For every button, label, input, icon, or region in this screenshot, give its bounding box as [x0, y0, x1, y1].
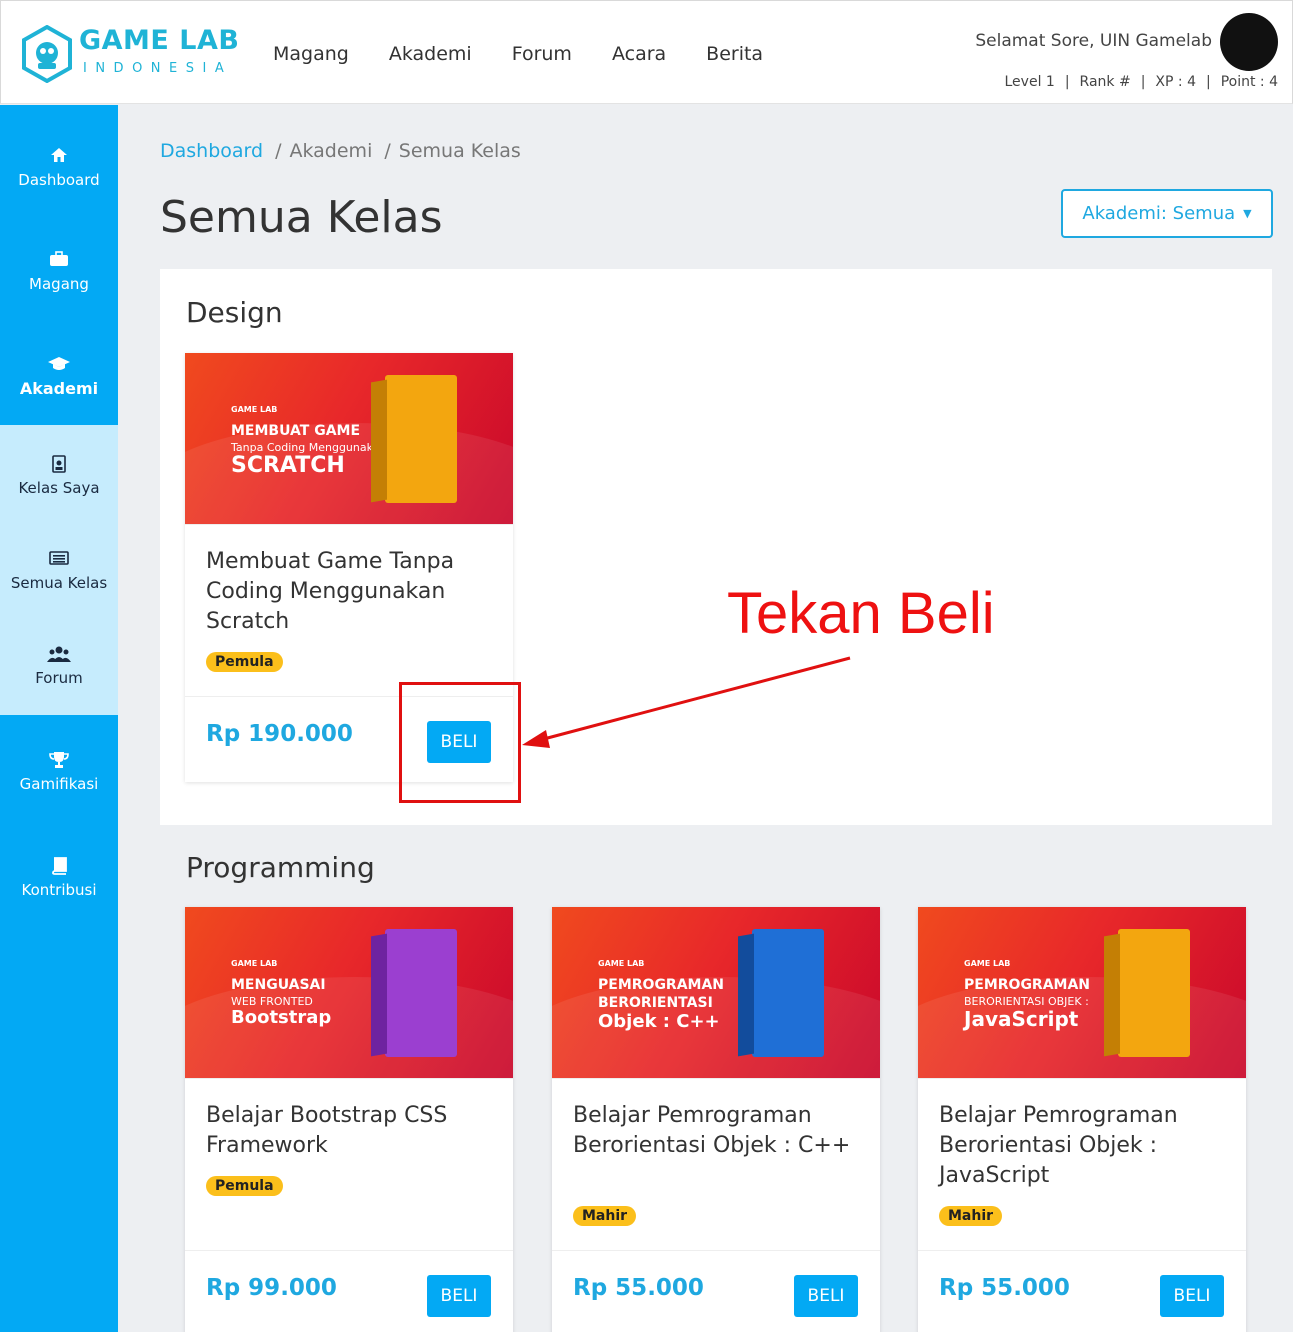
user-rank: Rank # [1079, 74, 1131, 90]
book-icon [0, 857, 118, 879]
course-card-cpp[interactable]: GAME LAB PEMROGRAMAN BERORIENTASI Objek … [552, 907, 880, 1332]
logo-title: GAME LAB [79, 25, 240, 56]
user-point: Point : 4 [1220, 74, 1278, 90]
list-icon [0, 550, 118, 572]
sidebar-item-label: Kelas Saya [18, 479, 100, 497]
beli-button[interactable]: BELI [794, 1275, 858, 1317]
page-title: Semua Kelas [160, 192, 443, 243]
sidebar-item-gamifikasi[interactable]: Gamifikasi [0, 751, 118, 793]
user-level: Level 1 [1004, 74, 1055, 90]
level-badge: Pemula [206, 1176, 283, 1196]
avatar[interactable] [1220, 13, 1278, 71]
sidebar-item-label: Forum [35, 669, 83, 687]
breadcrumb-dashboard[interactable]: Dashboard [160, 140, 263, 162]
beli-button[interactable]: BELI [427, 1275, 491, 1317]
course-price: Rp 55.000 [573, 1275, 704, 1301]
users-icon [0, 645, 118, 667]
briefcase-icon [0, 251, 118, 273]
course-title[interactable]: Belajar Bootstrap CSS Framework [206, 1101, 496, 1161]
trophy-icon [0, 751, 118, 773]
sidebar-item-label: Akademi [19, 379, 99, 398]
sidebar-item-label: Semua Kelas [10, 574, 108, 592]
breadcrumb-current: Semua Kelas [398, 140, 521, 162]
logo-subtitle: INDONESIA [83, 61, 233, 76]
course-box-image [371, 929, 457, 1057]
sidebar-item-magang[interactable]: Magang [0, 251, 118, 293]
sidebar-item-akademi[interactable]: Akademi [0, 355, 118, 398]
sidebar-item-label: Kontribusi [21, 881, 97, 899]
beli-button[interactable]: BELI [1160, 1275, 1224, 1317]
akademi-filter-dropdown[interactable]: Akademi: Semua ▼ [1061, 189, 1273, 238]
course-banner: GAME LAB PEMROGRAMAN BERORIENTASI OBJEK … [918, 907, 1246, 1078]
sidebar-item-kelas-saya[interactable]: Kelas Saya [0, 455, 118, 497]
course-card-bootstrap[interactable]: GAME LAB MENGUASAI WEB FRONTED Bootstrap… [185, 907, 513, 1332]
course-banner: GAME LAB MEMBUAT GAME Tanpa Coding Mengg… [185, 353, 513, 524]
top-nav: Magang Akademi Forum Acara Berita [273, 43, 803, 65]
sidebar-item-label: Gamifikasi [19, 775, 99, 793]
course-price: Rp 55.000 [939, 1275, 1070, 1301]
course-title[interactable]: Belajar Pemrograman Berorientasi Objek :… [573, 1101, 863, 1161]
course-box-image [738, 929, 824, 1057]
filter-label: Akademi: Semua [1082, 203, 1236, 224]
nav-magang[interactable]: Magang [273, 43, 349, 65]
breadcrumb-akademi: Akademi [289, 140, 373, 162]
nav-akademi[interactable]: Akademi [389, 43, 472, 65]
course-price: Rp 99.000 [206, 1275, 337, 1301]
level-badge: Pemula [206, 652, 283, 672]
graduation-cap-icon [0, 355, 118, 377]
course-card-javascript[interactable]: GAME LAB PEMROGRAMAN BERORIENTASI OBJEK … [918, 907, 1246, 1332]
section-title-design: Design [186, 296, 283, 329]
sidebar-item-forum[interactable]: Forum [0, 645, 118, 687]
id-badge-icon [0, 455, 118, 477]
user-xp: XP : 4 [1155, 74, 1196, 90]
game-lab-logo-icon [22, 25, 72, 83]
annotation-arrow-icon [522, 656, 851, 748]
course-box-image [371, 375, 457, 503]
nav-berita[interactable]: Berita [706, 43, 763, 65]
sidebar-item-semua-kelas[interactable]: Semua Kelas [0, 550, 118, 592]
course-title[interactable]: Membuat Game Tanpa Coding Menggunakan Sc… [206, 547, 496, 637]
course-banner: GAME LAB PEMROGRAMAN BERORIENTASI Objek … [552, 907, 880, 1078]
level-badge: Mahir [573, 1206, 637, 1226]
home-icon [0, 147, 118, 169]
level-badge: Mahir [939, 1206, 1003, 1226]
course-box-image [1104, 929, 1190, 1057]
annotation-text: Tekan Beli [727, 581, 995, 646]
breadcrumb: Dashboard / Akademi / Semua Kelas [160, 140, 521, 162]
nav-acara[interactable]: Acara [612, 43, 666, 65]
course-title[interactable]: Belajar Pemrograman Berorientasi Objek :… [939, 1101, 1229, 1191]
sidebar-item-kontribusi[interactable]: Kontribusi [0, 857, 118, 899]
caret-down-icon: ▼ [1243, 207, 1252, 220]
top-navbar: GAME LAB INDONESIA Magang Akademi Forum … [0, 0, 1293, 104]
course-banner: GAME LAB MENGUASAI WEB FRONTED Bootstrap [185, 907, 513, 1078]
sidebar: Dashboard Magang Akademi Kelas Saya Semu… [0, 105, 118, 1332]
annotation-highlight-box [399, 682, 521, 803]
logo[interactable]: GAME LAB INDONESIA [21, 25, 241, 85]
sidebar-item-label: Magang [29, 275, 89, 293]
section-title-programming: Programming [186, 851, 375, 884]
user-stats: Level 1 | Rank # | XP : 4 | Point : 4 [1004, 74, 1279, 90]
user-greeting: Selamat Sore, UIN Gamelab [975, 31, 1212, 51]
sidebar-item-dashboard[interactable]: Dashboard [0, 147, 118, 189]
nav-forum[interactable]: Forum [512, 43, 572, 65]
course-price: Rp 190.000 [206, 721, 353, 747]
sidebar-item-label: Dashboard [18, 171, 100, 189]
